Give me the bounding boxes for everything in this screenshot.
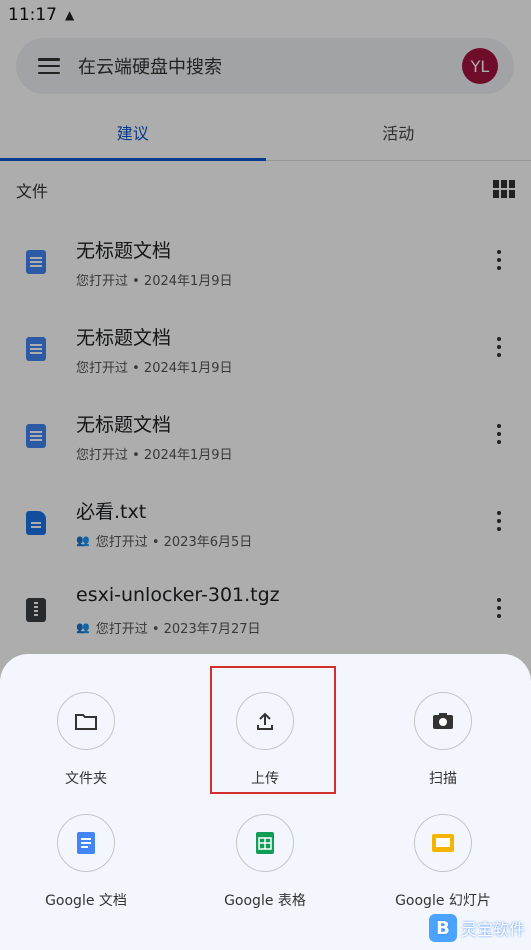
scan-button[interactable]: 扫描 <box>368 692 518 788</box>
watermark: B 灵宝软件 <box>428 914 525 942</box>
google-docs-icon <box>57 814 115 872</box>
watermark-logo-icon: B <box>428 914 457 942</box>
action-label: Google 文档 <box>45 893 127 909</box>
camera-icon <box>414 692 472 750</box>
new-google-sheets-button[interactable]: Google 表格 <box>190 814 340 910</box>
action-label: 扫描 <box>429 771 457 787</box>
new-google-slides-button[interactable]: Google 幻灯片 <box>368 814 518 910</box>
new-google-docs-button[interactable]: Google 文档 <box>11 814 161 910</box>
folder-icon <box>57 692 115 750</box>
google-slides-icon <box>414 814 472 872</box>
action-label: Google 幻灯片 <box>395 893 491 909</box>
google-sheets-icon <box>236 814 294 872</box>
upload-highlight-box <box>210 666 336 794</box>
create-folder-button[interactable]: 文件夹 <box>11 692 161 788</box>
action-label: 文件夹 <box>65 771 107 787</box>
action-label: Google 表格 <box>224 893 306 909</box>
watermark-text: 灵宝软件 <box>460 920 525 939</box>
